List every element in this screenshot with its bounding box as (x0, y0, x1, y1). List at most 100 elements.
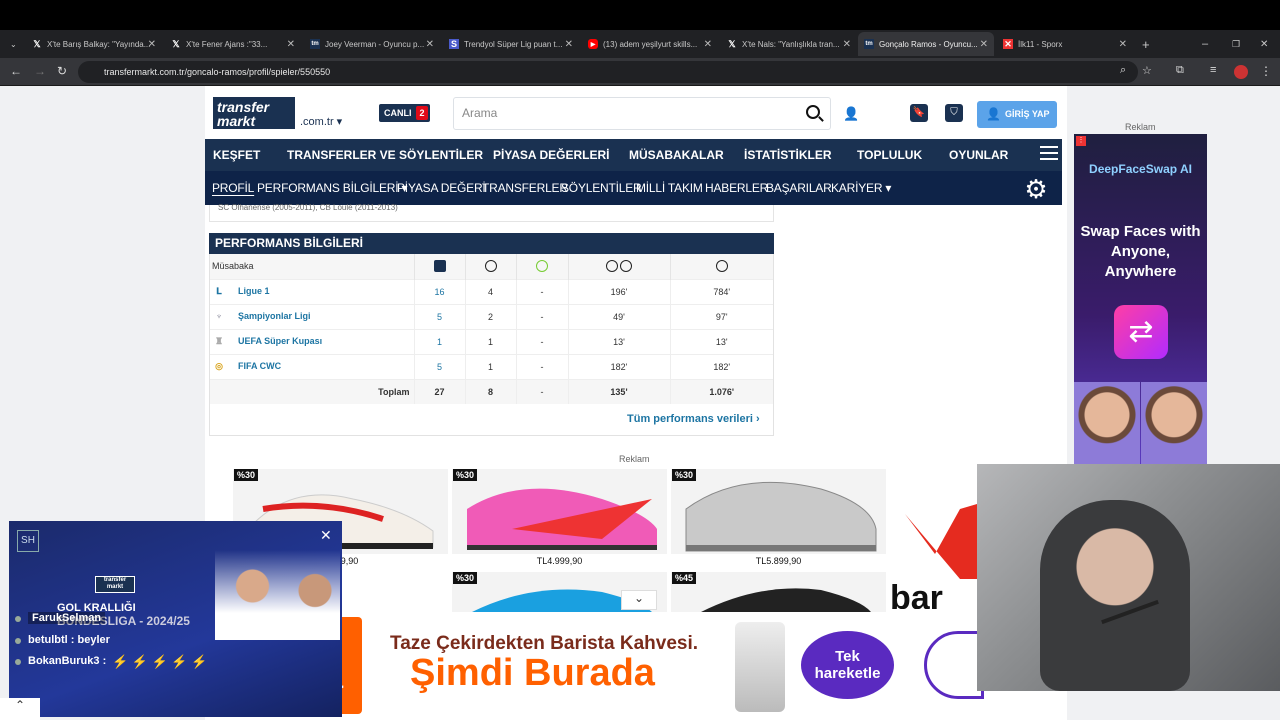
tab-close-icon[interactable]: ✕ (565, 39, 573, 50)
svg-text:bar: bar (890, 579, 943, 609)
new-tab-button[interactable]: + (1136, 32, 1156, 56)
subnav-achievements[interactable]: BAŞARILAR (766, 181, 832, 195)
fifa-cwc-icon: ◎ (215, 361, 223, 372)
forward-icon[interactable]: → (34, 64, 46, 78)
ad-headline: Swap Faces with Anyone, Anywhere (1080, 223, 1201, 280)
browser-tab-active[interactable]: tm Gonçalo Ramos - Oyuncu... ✕ (858, 32, 994, 56)
table-row: ♜ UEFA Süper Kupası 1 1 - 13' 13' (210, 328, 773, 354)
browser-tab[interactable]: ▶ (13) adem yeşilyurt skills... ✕ (582, 32, 718, 56)
live-count-badge: 2 (416, 106, 428, 120)
search-icon[interactable] (806, 105, 820, 119)
browser-tab[interactable]: S Trendyol Süper Lig puan t... ✕ (443, 32, 579, 56)
players-image (215, 550, 340, 640)
reading-list-icon[interactable]: ≡ (1210, 64, 1216, 76)
close-window-button[interactable]: ✕ (1254, 32, 1270, 56)
nav-item-statistics[interactable]: İSTATİSTİKLER (744, 148, 832, 162)
appearances-column-icon[interactable] (413, 254, 465, 279)
assists-column-icon[interactable] (515, 254, 568, 279)
extensions-icon[interactable]: ⧉ (1176, 64, 1184, 77)
discount-badge: %30 (672, 469, 697, 481)
tab-close-icon[interactable]: ✕ (426, 39, 434, 50)
shield-icon[interactable]: ⛉ (945, 104, 963, 122)
transfermarkt-logo[interactable]: transfer markt (213, 97, 295, 129)
all-performance-link[interactable]: Tüm performans verileri › (627, 413, 760, 425)
transfermarkt-icon: tm (864, 39, 874, 49)
logo-domain[interactable]: .com.tr ▾ (300, 115, 342, 128)
discount-badge: %45 (672, 572, 697, 584)
browser-tab[interactable]: tm Joey Veerman - Oyuncu p... ✕ (304, 32, 440, 56)
minimize-button[interactable]: – (1196, 32, 1212, 56)
product-price: TL4.999,90 (536, 556, 583, 566)
browser-tab[interactable]: ✕ İlk11 - Sporx ✕ (997, 32, 1133, 56)
browser-tab[interactable]: 𝕏 X'te Fener Ajans :"33... ✕ (165, 32, 301, 56)
nav-item-games[interactable]: OYUNLAR (949, 148, 1008, 162)
discount-badge: %30 (453, 469, 478, 481)
tab-search-button[interactable]: ⌄ (4, 32, 24, 56)
ad-info-icon[interactable]: ⋮ (1076, 136, 1086, 146)
chat-message: BokanBuruk3 : (28, 655, 107, 667)
settings-gear-icon[interactable]: ⚙ (1022, 175, 1050, 203)
menu-icon[interactable]: ⋮ (1260, 64, 1272, 78)
nav-item-community[interactable]: TOPLULUK (857, 148, 922, 162)
login-button[interactable]: 👤 GİRİŞ YAP (977, 101, 1057, 128)
bookmark-star-icon[interactable]: ☆ (1142, 64, 1152, 77)
stream-badge: SH (17, 530, 39, 552)
chat-message: FarukSelman (28, 612, 106, 624)
player-search-icon[interactable]: 👤 (843, 106, 859, 122)
nav-item-transfers[interactable]: TRANSFERLER VE SÖYLENTİLER (287, 148, 483, 162)
product-card[interactable] (452, 469, 667, 554)
subnav-national-team[interactable]: MİLLİ TAKIM (636, 181, 703, 195)
tab-close-icon[interactable]: ✕ (148, 39, 156, 50)
browser-tab[interactable]: 𝕏 X'te Nals: "Yanlışlıkla tran... ✕ (721, 32, 857, 56)
minutes-column-icon[interactable] (669, 254, 773, 279)
nav-item-market-values[interactable]: PİYASA DEĞERLERİ (493, 148, 609, 162)
table-row: ♆ Şampiyonlar Ligi 5 2 - 49' 97' (210, 303, 773, 329)
tab-close-icon[interactable]: ✕ (843, 39, 851, 50)
reload-icon[interactable]: ↻ (57, 64, 67, 78)
url-field[interactable]: transfermarkt.com.tr/goncalo-ramos/profi… (78, 61, 1138, 83)
table-row: ◎ FIFA CWC 5 1 - 182' 182' (210, 353, 773, 379)
ligue1-icon: 𝐋 (216, 286, 222, 297)
live-button[interactable]: 2 CANLI (379, 104, 430, 122)
zoom-icon[interactable]: ⌕ (1120, 64, 1126, 77)
profile-avatar[interactable] (1234, 65, 1248, 79)
subnav-performance[interactable]: PERFORMANS BİLGİLERİ ▾ (257, 181, 408, 195)
uefa-supercup-icon: ♜ (214, 336, 224, 347)
product-card[interactable] (671, 469, 886, 554)
tab-close-icon[interactable]: ✕ (704, 39, 712, 50)
minutes-per-goal-column-icon[interactable] (567, 254, 670, 279)
chevron-down-icon[interactable]: ⌄ (621, 590, 657, 610)
ilk11-icon: ✕ (1003, 38, 1013, 49)
brand-logo-ad[interactable]: bar (890, 469, 977, 617)
close-icon[interactable]: ✕ (320, 527, 332, 544)
banner-subheadline: Şimdi Burada (410, 652, 655, 694)
subnav-transfers[interactable]: TRANSFERLER (482, 181, 568, 195)
nav-item-competitions[interactable]: MÜSABAKALAR (629, 148, 724, 162)
browser-tab[interactable]: 𝕏 X'te Barış Balkay: "Yayında... ✕ (26, 32, 162, 56)
subnav-career[interactable]: KARİYER ▾ (831, 181, 891, 195)
column-competition: Müsabaka (210, 254, 414, 279)
overlay-tm-logo: transfer markt (95, 576, 135, 593)
back-icon[interactable]: ← (10, 64, 22, 78)
nav-item-kesfet[interactable]: KEŞFET (213, 148, 260, 162)
hamburger-menu-icon[interactable] (1040, 146, 1058, 148)
maximize-button[interactable]: ❐ (1226, 32, 1242, 56)
barista-logo (924, 631, 984, 699)
tab-close-icon[interactable]: ✕ (980, 39, 988, 50)
subnav-profile[interactable]: PROFİL (212, 181, 254, 195)
banner-cta-button[interactable]: Tek hareketle (801, 631, 894, 699)
transfermarkt-icon: tm (310, 39, 320, 49)
subnav-market-value[interactable]: PİYASA DEĞERİ (397, 181, 486, 195)
tab-close-icon[interactable]: ✕ (1119, 39, 1127, 50)
goals-column-icon[interactable] (464, 254, 516, 279)
scroll-up-icon[interactable]: ⌃ (0, 698, 40, 720)
search-input[interactable]: Arama (453, 97, 831, 130)
subnav-news[interactable]: HABERLER (705, 181, 768, 195)
shoe-image (467, 488, 657, 550)
chat-message: betulbtl : beyler (28, 634, 110, 646)
tab-close-icon[interactable]: ✕ (287, 39, 295, 50)
product-card[interactable] (671, 572, 886, 612)
bookmark-icon[interactable]: 🔖 (910, 104, 928, 122)
x-logo-icon: 𝕏 (172, 38, 180, 49)
subnav-rumours[interactable]: SÖYLENTİLER (561, 181, 642, 195)
